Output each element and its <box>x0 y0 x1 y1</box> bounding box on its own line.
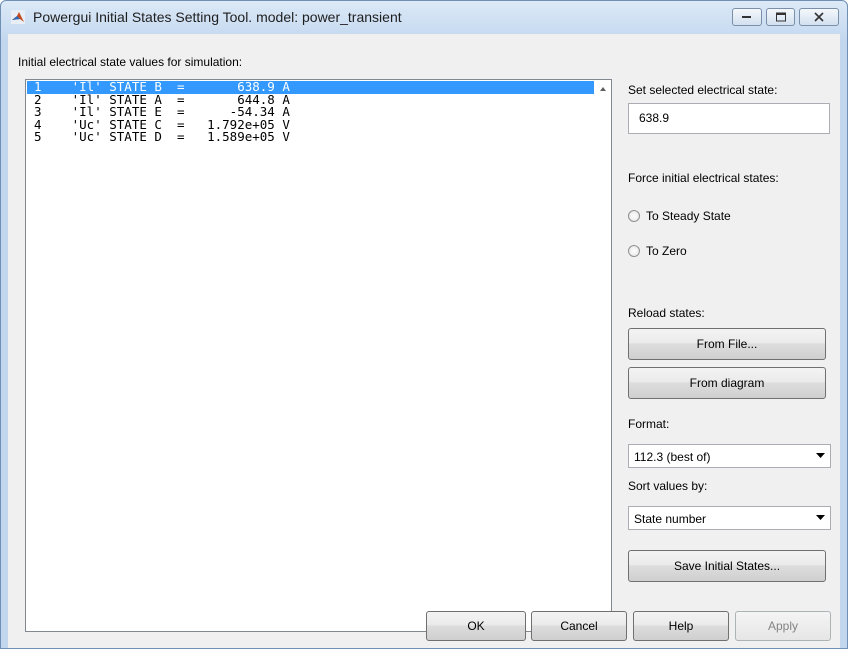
title-bar[interactable]: Powergui Initial States Setting Tool. mo… <box>1 1 847 35</box>
maximize-button[interactable] <box>766 8 795 26</box>
format-select-value: 112.3 (best of) <box>634 450 711 464</box>
state-value-input[interactable]: 638.9 <box>628 103 830 134</box>
reload-states-label: Reload states: <box>628 306 705 320</box>
chevron-down-icon <box>816 515 825 520</box>
close-icon <box>814 12 824 22</box>
apply-button[interactable]: Apply <box>735 611 831 641</box>
help-button[interactable]: Help <box>633 611 729 641</box>
radio-circle-icon[interactable] <box>628 245 640 257</box>
cancel-button[interactable]: Cancel <box>531 611 627 641</box>
zero-radio-label: To Zero <box>646 244 687 258</box>
list-vertical-scrollbar[interactable] <box>595 80 611 631</box>
set-state-label: Set selected electrical state: <box>628 83 778 97</box>
zero-radio[interactable]: To Zero <box>628 244 687 258</box>
format-select[interactable]: 112.3 (best of) <box>628 444 831 468</box>
scroll-up-arrow-icon[interactable] <box>599 85 607 93</box>
sort-select[interactable]: State number <box>628 506 831 530</box>
minimize-button[interactable] <box>732 8 762 26</box>
sort-label: Sort values by: <box>628 479 708 493</box>
format-label: Format: <box>628 417 670 431</box>
dialog-window: Powergui Initial States Setting Tool. mo… <box>0 0 848 649</box>
dialog-client-area: Initial electrical state values for simu… <box>8 34 840 648</box>
sort-dropdown-button[interactable] <box>812 508 829 528</box>
steady-state-radio-label: To Steady State <box>646 209 731 223</box>
chevron-down-icon <box>816 453 825 458</box>
state-list-caption: Initial electrical state values for simu… <box>18 55 243 69</box>
sort-select-value: State number <box>634 512 707 526</box>
state-listbox[interactable]: 1 'Il' STATE B = 638.9 A2 'Il' STATE A =… <box>25 79 612 632</box>
steady-state-radio[interactable]: To Steady State <box>628 209 731 223</box>
maximize-icon <box>775 12 786 22</box>
matlab-app-icon <box>11 10 25 24</box>
state-list-rows: 1 'Il' STATE B = 638.9 A2 'Il' STATE A =… <box>27 80 594 144</box>
from-diagram-button[interactable]: From diagram <box>628 367 826 399</box>
minimize-icon <box>742 16 751 18</box>
force-states-label: Force initial electrical states: <box>628 171 779 185</box>
radio-circle-icon[interactable] <box>628 210 640 222</box>
save-initial-states-button[interactable]: Save Initial States... <box>628 550 826 582</box>
from-file-button[interactable]: From File... <box>628 328 826 360</box>
format-dropdown-button[interactable] <box>812 446 829 466</box>
close-button[interactable] <box>799 8 839 26</box>
list-item[interactable]: 5 'Uc' STATE D = 1.589e+05 V <box>27 130 594 144</box>
window-title: Powergui Initial States Setting Tool. mo… <box>33 9 402 25</box>
ok-button[interactable]: OK <box>426 611 526 641</box>
